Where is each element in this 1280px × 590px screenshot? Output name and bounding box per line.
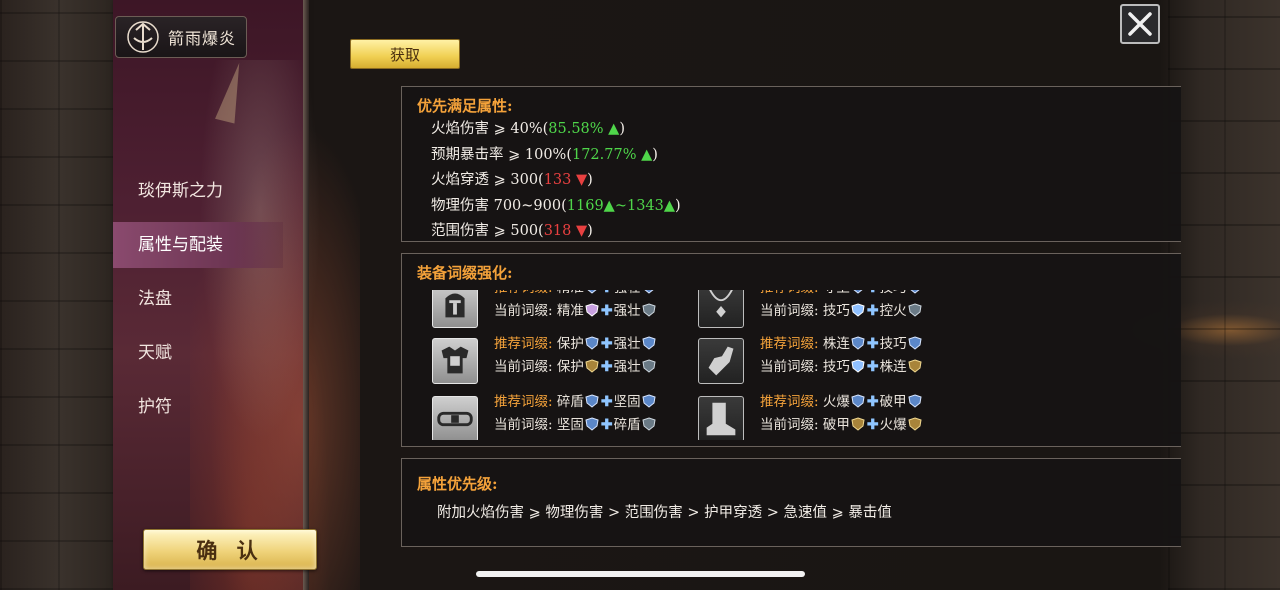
requirements-title: 优先满足属性:: [417, 97, 513, 115]
sidebar-item-label: 天赋: [138, 343, 172, 363]
sidebar-nav: 琰伊斯之力 属性与配装 法盘 天赋 护符: [113, 168, 283, 438]
necklace-icon: [698, 290, 744, 328]
shield-gem-icon: [642, 290, 656, 294]
requirement-row: 物理伤害 700~900(1169▲~1343▲): [431, 197, 681, 214]
dungeon-wall-right: [1168, 0, 1280, 590]
requirement-row: 火焰穿透 ⩾ 300(133 ▼): [431, 172, 593, 188]
sidebar-frame: [303, 0, 309, 590]
priority-text: 附加火焰伤害 ⩾ 物理伤害 > 范围伤害 > 护甲穿透 > 急速值 ⩾ 暴击值: [437, 505, 892, 521]
chest-armor-icon: [432, 338, 478, 384]
sidebar-item-talent[interactable]: 天赋: [113, 330, 283, 376]
shield-gem-icon: [908, 290, 922, 294]
sidebar-item-charm[interactable]: 护符: [113, 384, 283, 430]
build-title: 箭雨爆炎: [168, 29, 237, 48]
shield-gem-icon: [642, 336, 656, 350]
priority-panel: 属性优先级: 附加火焰伤害 ⩾ 物理伤害 > 范围伤害 > 护甲穿透 > 急速值…: [401, 458, 1181, 547]
equipment-slot-belt[interactable]: 推荐词缀: 碎盾 ✚坚固 当前词缀: 坚固 ✚碎盾: [432, 394, 702, 440]
shield-gem-icon: [585, 303, 599, 317]
shield-gem-icon: [851, 290, 865, 294]
affix-title: 装备词缀强化:: [417, 264, 513, 282]
shield-gem-icon: [585, 359, 599, 373]
sidebar-item-label: 琰伊斯之力: [138, 181, 223, 201]
equipment-slot-chest[interactable]: 推荐词缀: 保护 ✚强壮 当前词缀: 保护 ✚强壮: [432, 336, 702, 388]
requirement-row: 预期暴击率 ⩾ 100%(172.77% ▲): [431, 146, 658, 163]
shield-gem-icon: [642, 359, 656, 373]
confirm-button[interactable]: 确 认: [143, 529, 317, 570]
sidebar-item-label: 法盘: [138, 289, 172, 309]
belt-icon: [432, 396, 478, 440]
priority-title: 属性优先级:: [417, 475, 498, 493]
requirements-panel[interactable]: 优先满足属性: 火焰伤害 ⩾ 40%(85.58% ▲) 预期暴击率 ⩾ 100…: [401, 86, 1181, 242]
requirement-row: 火焰伤害 ⩾ 40%(85.58% ▲): [431, 121, 625, 137]
shield-gem-icon: [908, 417, 922, 431]
shield-gem-icon: [642, 417, 656, 431]
affix-slot-grid: 推荐词缀: 精准✚强壮 当前词缀: 精准✚强壮 推荐词缀: 守卫✚技巧 当前词缀…: [432, 290, 1172, 440]
boots-icon: [698, 396, 744, 440]
shield-gem-icon: [851, 359, 865, 373]
equipment-slot-boots[interactable]: 推荐词缀: 火爆 ✚破甲 当前词缀: 破甲 ✚火爆: [698, 394, 968, 440]
sidebar-item-label: 护符: [138, 397, 172, 417]
equipment-slot-necklace[interactable]: 推荐词缀: 守卫✚技巧 当前词缀: 技巧✚控火: [698, 290, 968, 332]
sidebar-item-label: 属性与配装: [138, 235, 223, 255]
helmet-icon: [432, 290, 478, 328]
shield-gem-icon: [851, 394, 865, 408]
equipment-slot-gauntlet[interactable]: 推荐词缀: 株连 ✚技巧 当前词缀: 技巧 ✚株连: [698, 336, 968, 388]
shield-gem-icon: [585, 290, 599, 294]
affix-panel[interactable]: 装备词缀强化: 推荐词缀: 精准✚强壮 当前词缀: 精准✚强壮 推荐词缀: 守卫…: [401, 253, 1181, 447]
shield-gem-icon: [642, 303, 656, 317]
shield-gem-icon: [851, 417, 865, 431]
acquire-button[interactable]: 获取: [350, 39, 460, 69]
close-button[interactable]: [1120, 4, 1160, 44]
shield-gem-icon: [585, 394, 599, 408]
shield-gem-icon: [585, 336, 599, 350]
shield-gem-icon: [851, 336, 865, 350]
arrow-crest-icon: [127, 21, 159, 53]
shield-gem-icon: [908, 359, 922, 373]
shield-gem-icon: [851, 303, 865, 317]
shield-gem-icon: [585, 417, 599, 431]
close-icon: [1128, 12, 1152, 36]
equipment-slot-helmet[interactable]: 推荐词缀: 精准✚强壮 当前词缀: 精准✚强壮: [432, 290, 702, 332]
sidebar-item-power[interactable]: 琰伊斯之力: [113, 168, 283, 214]
build-emblem: 箭雨爆炎: [115, 16, 247, 58]
shield-gem-icon: [642, 394, 656, 408]
shield-gem-icon: [908, 303, 922, 317]
requirement-row: 范围伤害 ⩾ 500(318 ▼): [431, 223, 593, 239]
sidebar-item-attributes[interactable]: 属性与配装: [113, 222, 283, 268]
shield-gem-icon: [908, 336, 922, 350]
home-indicator[interactable]: [476, 571, 805, 577]
shield-gem-icon: [908, 394, 922, 408]
gauntlet-icon: [698, 338, 744, 384]
sidebar-item-disc[interactable]: 法盘: [113, 276, 283, 322]
requirements-list: 火焰伤害 ⩾ 40%(85.58% ▲) 预期暴击率 ⩾ 100%(172.77…: [431, 117, 681, 241]
dungeon-wall-left: [0, 0, 115, 590]
